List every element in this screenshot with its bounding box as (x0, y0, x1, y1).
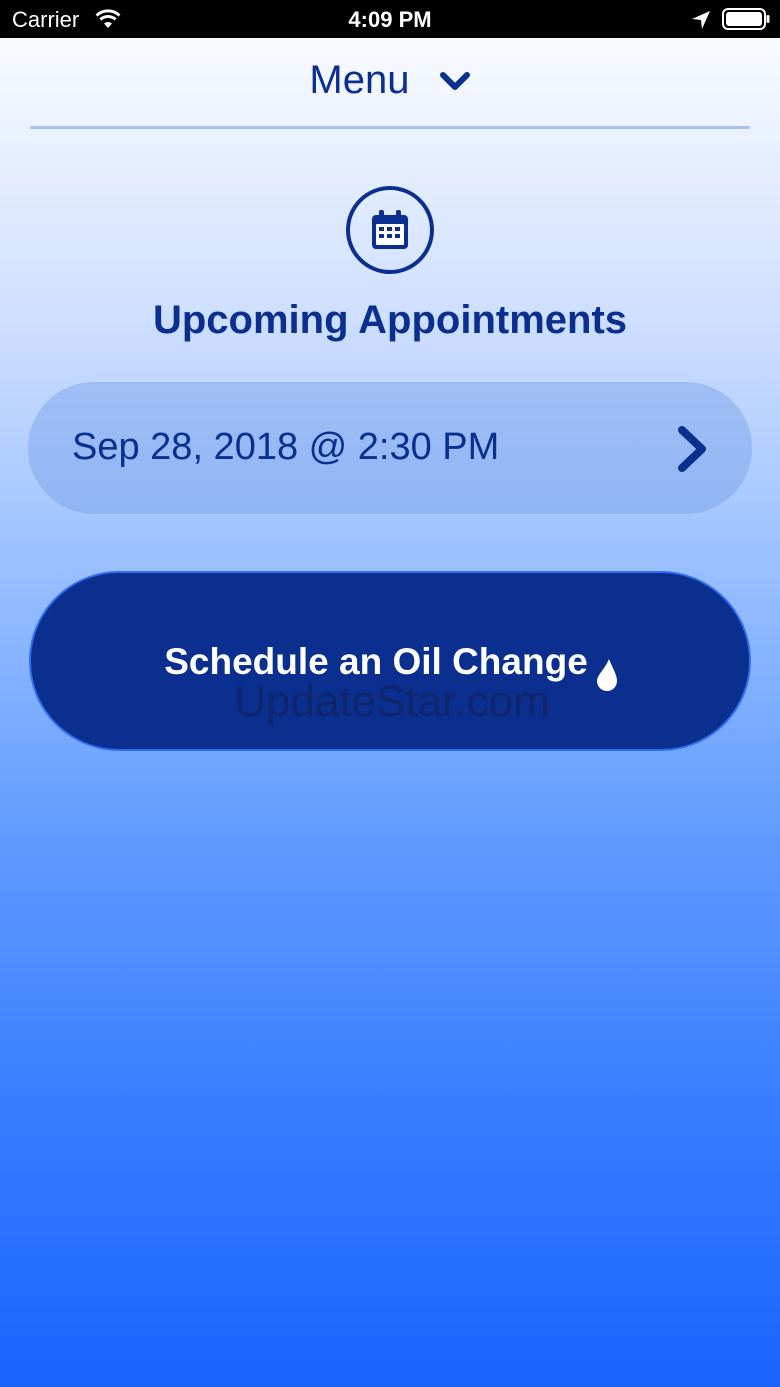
menu-toggle[interactable]: Menu (0, 56, 780, 112)
appointment-item[interactable]: Sep 28, 2018 @ 2:30 PM (28, 382, 752, 514)
section-title: Upcoming Appointments (152, 298, 628, 342)
header-divider (30, 126, 750, 129)
status-time: 4:09 PM (348, 7, 432, 32)
menu-label: Menu (309, 57, 410, 102)
calendar-icon (346, 186, 434, 274)
schedule-oil-change-button[interactable]: Schedule an Oil Change UpdateStar.com (29, 571, 751, 751)
status-bar: Carrier 4:09 PM (0, 0, 780, 38)
chevron-right-icon (676, 426, 710, 477)
location-arrow-icon (690, 9, 712, 37)
watermark-text: UpdateStar.com (234, 677, 550, 726)
chevron-down-icon (439, 58, 471, 103)
battery-icon (722, 8, 770, 36)
appointment-datetime: Sep 28, 2018 @ 2:30 PM (72, 426, 500, 468)
